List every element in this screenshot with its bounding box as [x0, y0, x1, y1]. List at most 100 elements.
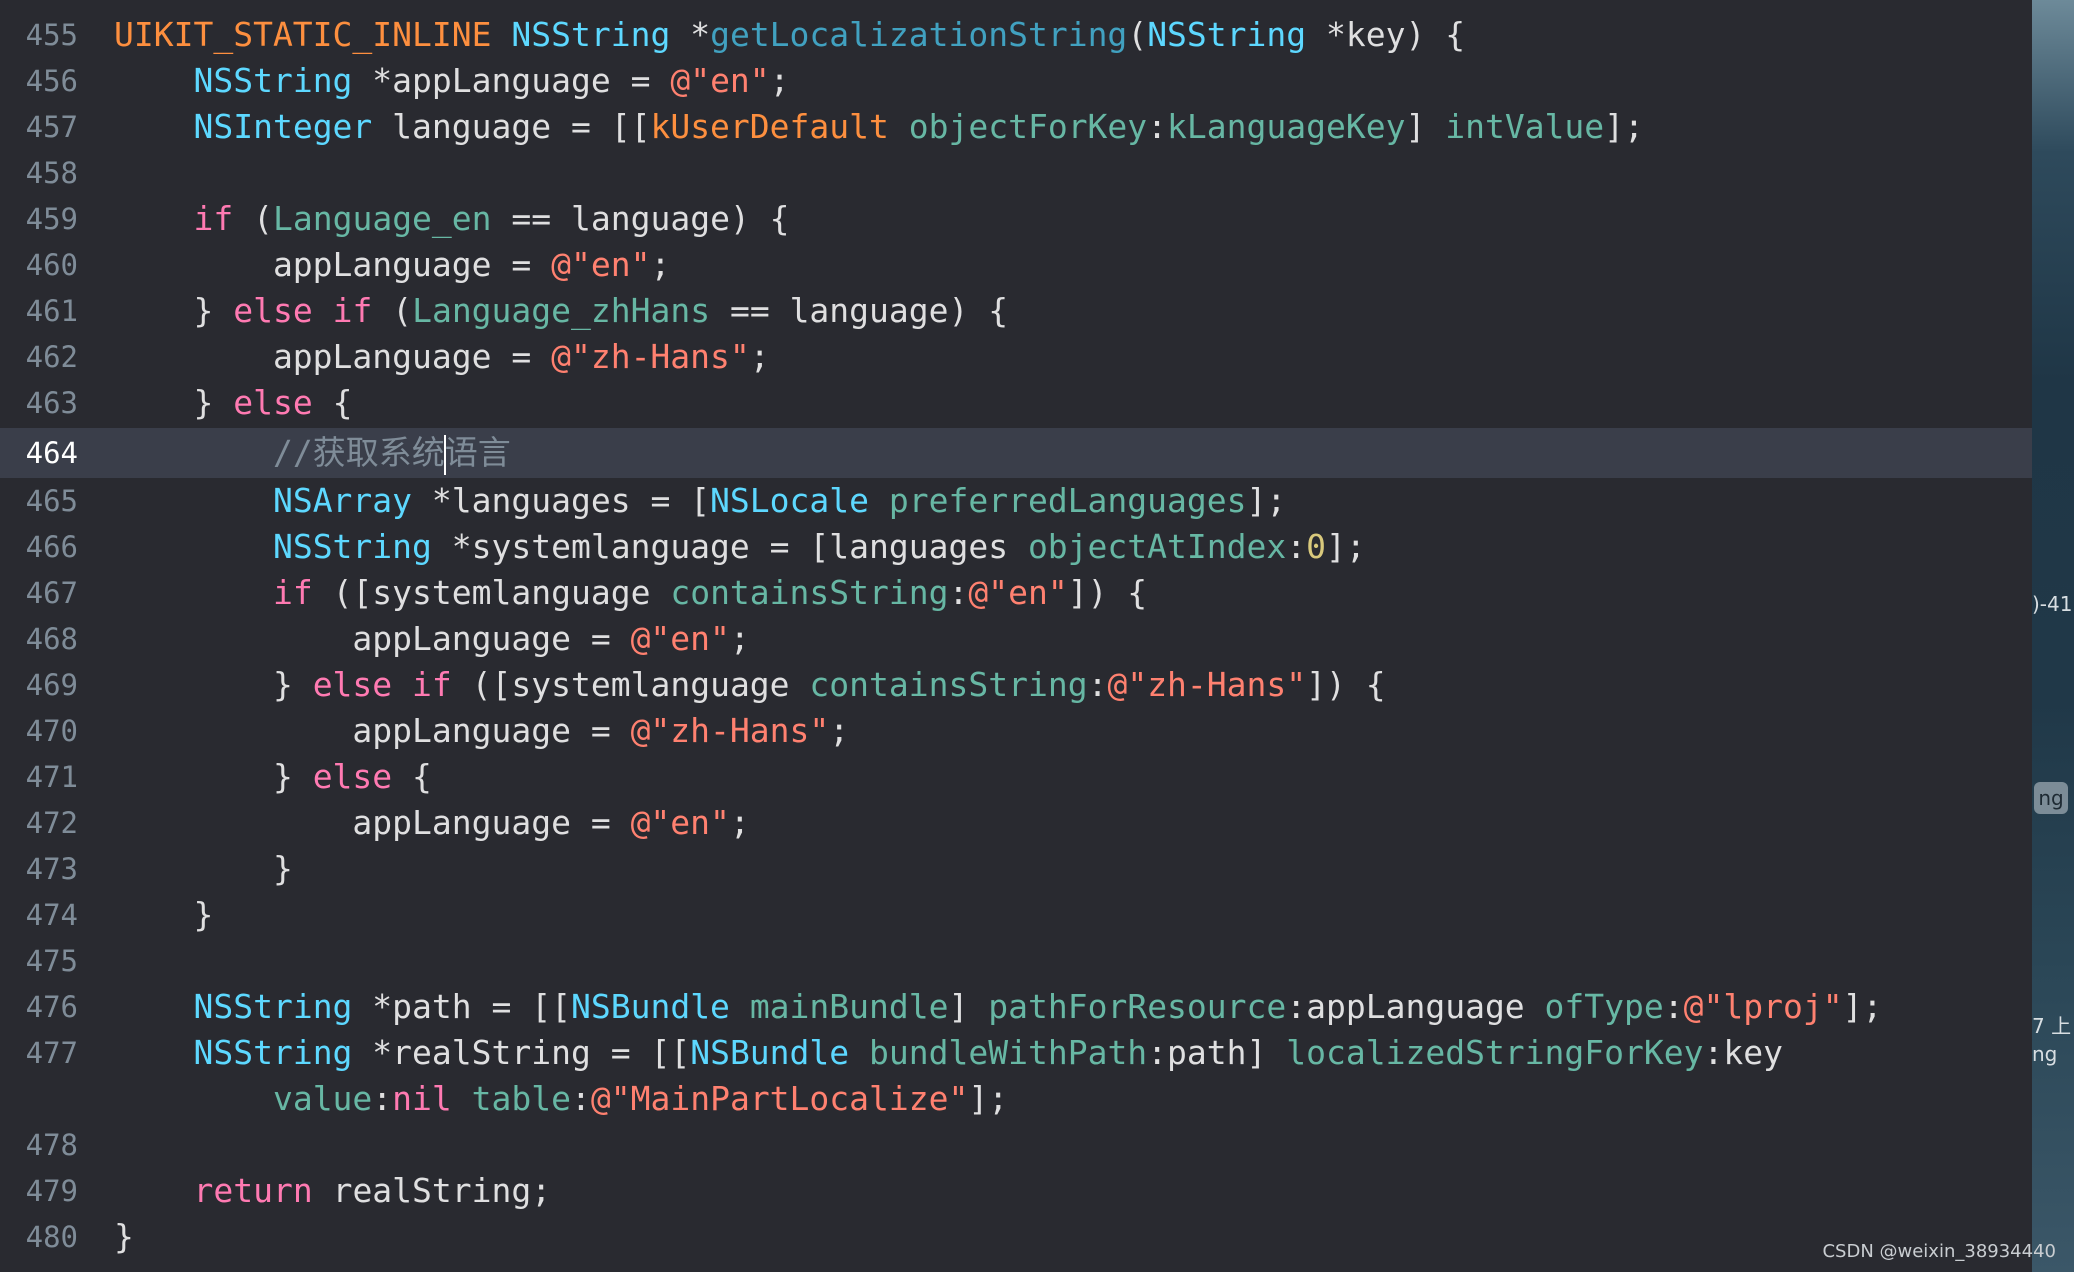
code-token: appLanguage = — [114, 803, 631, 842]
code-token: mainBundle — [749, 987, 949, 1026]
code-line[interactable]: 469 } else if ([systemlanguage containsS… — [0, 662, 2032, 708]
code-token: appLanguage = — [114, 711, 631, 750]
code-line[interactable]: 476 NSString *path = [[NSBundle mainBund… — [0, 984, 2032, 1030]
code-token: @"zh-Hans" — [630, 711, 830, 750]
line-number: 466 — [25, 530, 78, 564]
line-number: 460 — [25, 248, 78, 282]
desktop-label: 7 上 — [2032, 1014, 2072, 1038]
code-line[interactable]: 459 if (Language_en == language) { — [0, 196, 2032, 242]
line-number: 456 — [25, 64, 78, 98]
code-token: ; — [769, 61, 790, 100]
code-token: *key) { — [1306, 15, 1466, 54]
code-token: :appLanguage — [1286, 987, 1545, 1026]
code-token: ]) { — [1306, 665, 1386, 704]
line-number: 463 — [25, 386, 78, 420]
code-line[interactable]: 478 — [0, 1122, 2032, 1168]
desktop-background-strip — [2032, 0, 2074, 1272]
line-number: 458 — [25, 156, 78, 190]
code-line[interactable]: 474 } — [0, 892, 2032, 938]
code-token: if — [332, 291, 373, 330]
line-number: 459 — [25, 202, 78, 236]
code-text: NSString *realString = [[NSBundle bundle… — [114, 1030, 1783, 1076]
code-token: ( — [1127, 15, 1148, 54]
code-line[interactable]: 455 UIKIT_STATIC_INLINE NSString *getLoca… — [0, 12, 2032, 58]
code-text: NSArray *languages = [NSLocale preferred… — [114, 478, 1286, 524]
code-line[interactable]: 460 appLanguage = @"en"; — [0, 242, 2032, 288]
code-line[interactable]: 463 } else { — [0, 380, 2032, 426]
code-line[interactable]: 465 NSArray *languages = [NSLocale prefe… — [0, 478, 2032, 524]
code-line[interactable]: 475 — [0, 938, 2032, 984]
code-token: :key — [1703, 1033, 1783, 1072]
code-line[interactable]: 473 } — [0, 846, 2032, 892]
code-token: : — [1286, 527, 1307, 566]
code-token: *path = [[ — [352, 987, 571, 1026]
code-token: 语言 — [444, 433, 511, 472]
line-number: 478 — [25, 1128, 78, 1162]
code-token: NSString — [272, 527, 432, 566]
code-line[interactable]: 470 appLanguage = @"zh-Hans"; — [0, 708, 2032, 754]
code-text: NSString *systemlanguage = [languages ob… — [114, 524, 1366, 570]
code-token: @"en" — [551, 245, 651, 284]
code-line[interactable]: 472 appLanguage = @"en"; — [0, 800, 2032, 846]
code-line[interactable]: value:nil table:@"MainPartLocalize"]; — [0, 1076, 2032, 1122]
code-token: ]) { — [1067, 573, 1148, 612]
code-line[interactable]: 468 appLanguage = @"en"; — [0, 616, 2032, 662]
code-token: :path] — [1147, 1033, 1287, 1072]
code-line[interactable]: 461 } else if (Language_zhHans == langua… — [0, 288, 2032, 334]
code-token: appLanguage = — [114, 337, 552, 376]
code-text: if (Language_en == language) { — [114, 196, 789, 242]
code-text: //获取系统语言 — [114, 428, 511, 475]
code-token: else — [312, 665, 393, 704]
code-text: appLanguage = @"en"; — [114, 800, 749, 846]
code-line[interactable]: 479 return realString; — [0, 1168, 2032, 1214]
code-token: ] — [948, 987, 989, 1026]
code-token: else — [233, 291, 313, 330]
code-token: containsString — [670, 573, 949, 612]
line-number: 461 — [25, 294, 78, 328]
code-token: NSBundle — [690, 1033, 850, 1072]
code-token: ; — [729, 619, 750, 658]
code-text: } — [114, 1214, 134, 1260]
line-number: 475 — [25, 944, 78, 978]
code-token: appLanguage = — [114, 245, 552, 284]
line-number: 471 — [25, 760, 78, 794]
code-area[interactable]: 455 UIKIT_STATIC_INLINE NSString *getLoca… — [0, 0, 2032, 1272]
line-number: 455 — [25, 18, 78, 52]
line-number: 470 — [25, 714, 78, 748]
code-token: } — [114, 383, 234, 422]
code-token: ; — [749, 337, 770, 376]
code-line[interactable]: 480} — [0, 1214, 2032, 1260]
code-token: realString; — [312, 1171, 552, 1210]
code-line[interactable]: 462 appLanguage = @"zh-Hans"; — [0, 334, 2032, 380]
desktop-label: )-41 — [2032, 592, 2073, 616]
code-text: } — [114, 892, 213, 938]
current-code-line[interactable]: 464 //获取系统语言 — [0, 428, 2032, 478]
code-token: ]; — [1325, 527, 1366, 566]
code-editor[interactable]: 455 UIKIT_STATIC_INLINE NSString *getLoca… — [0, 0, 2074, 1272]
code-line[interactable]: 477 NSString *realString = [[NSBundle bu… — [0, 1030, 2032, 1076]
code-token: ]; — [1842, 987, 1883, 1026]
code-token: *appLanguage = — [352, 61, 671, 100]
code-token: @"lproj" — [1683, 987, 1843, 1026]
code-token: UIKIT_STATIC_INLINE — [114, 15, 492, 54]
code-token: *languages = [ — [412, 481, 711, 520]
code-text: appLanguage = @"zh-Hans"; — [114, 708, 849, 754]
watermark: CSDN @weixin_38934440 — [1822, 1241, 2056, 1262]
code-text: return realString; — [114, 1168, 551, 1214]
code-token: bundleWithPath — [869, 1033, 1148, 1072]
code-token: ]; — [1604, 107, 1644, 146]
code-line[interactable]: 456 NSString *appLanguage = @"en"; — [0, 58, 2032, 104]
code-line[interactable]: 471 } else { — [0, 754, 2032, 800]
code-token: { — [392, 757, 432, 796]
code-line[interactable]: 466 NSString *systemlanguage = [language… — [0, 524, 2032, 570]
code-token: : — [372, 1079, 393, 1118]
code-line[interactable]: 458 — [0, 150, 2032, 196]
code-line[interactable]: 467 if ([systemlanguage containsString:@… — [0, 570, 2032, 616]
code-line[interactable]: 457 NSInteger language = [[kUserDefault … — [0, 104, 2032, 150]
